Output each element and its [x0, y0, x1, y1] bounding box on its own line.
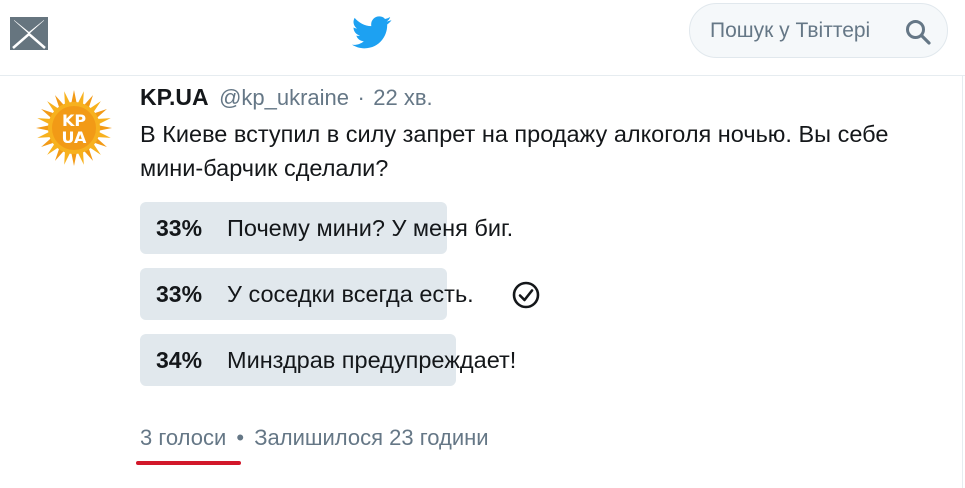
red-annotation-underline: [136, 461, 241, 465]
poll-option-2[interactable]: 33% У соседки всегда есть.: [140, 268, 740, 320]
tweet-text: В Киеве вступил в силу запрет на продажу…: [140, 121, 889, 181]
top-navigation-bar: [0, 0, 965, 76]
kpua-avatar[interactable]: KP UA: [34, 88, 114, 168]
poll-option-label: Минздрав предупреждает!: [227, 347, 517, 373]
tweet-timestamp[interactable]: 22 хв.: [373, 85, 432, 110]
checkmark-circle-icon: [512, 281, 540, 309]
author-name[interactable]: KP.UA: [140, 84, 209, 110]
twitter-bird-icon[interactable]: [352, 16, 392, 50]
poll-option-label: У соседки всегда есть.: [227, 281, 474, 307]
mail-icon[interactable]: [10, 14, 48, 50]
poll-option-label: Почему мини? У меня биг.: [227, 215, 514, 241]
poll-option-percent: 34%: [156, 347, 203, 373]
search-input[interactable]: [710, 4, 895, 57]
poll-votes-count[interactable]: 3 голоси: [140, 425, 226, 450]
poll-option-percent: 33%: [156, 215, 203, 241]
footer-separator: •: [236, 425, 245, 450]
poll-time-left: Залишилося 23 години: [254, 425, 489, 450]
tweet-header: KP.UA @kp_ukraine · 22 хв.: [140, 84, 433, 114]
poll-option-percent: 33%: [156, 281, 203, 307]
poll-option-1[interactable]: 33% Почему мини? У меня биг.: [140, 202, 740, 254]
poll-option-3[interactable]: 34% Минздрав предупреждает!: [140, 334, 740, 386]
svg-text:UA: UA: [62, 128, 88, 147]
search-box[interactable]: [689, 3, 948, 58]
author-handle[interactable]: @kp_ukraine: [219, 85, 349, 110]
search-icon[interactable]: [905, 19, 931, 45]
header-separator: ·: [357, 85, 365, 110]
poll-footer: 3 голоси • Залишилося 23 години: [140, 425, 489, 451]
